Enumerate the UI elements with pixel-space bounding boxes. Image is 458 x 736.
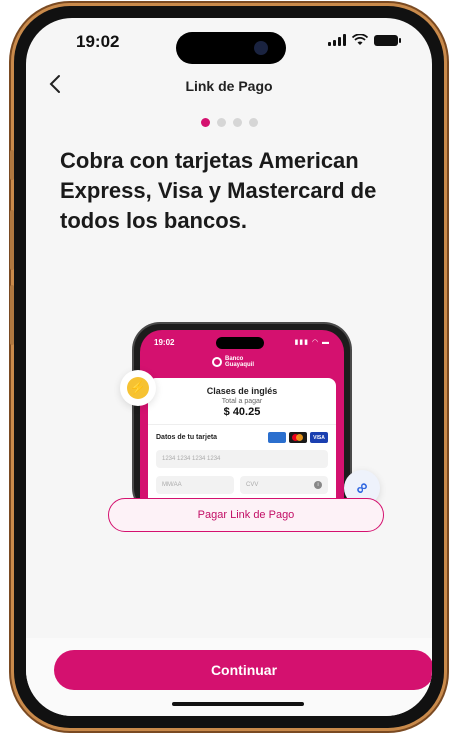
dynamic-island <box>176 32 286 64</box>
mini-status-icons: ▮▮▮ ◠ ▬ <box>294 339 330 346</box>
info-icon: i <box>314 481 322 489</box>
bank-logo-icon <box>212 357 222 367</box>
volume-up-button <box>10 210 14 270</box>
lightning-icon: ⚡ <box>127 377 149 399</box>
card-data-label: Datos de tu tarjeta <box>156 434 218 441</box>
mastercard-icon <box>289 432 307 443</box>
bank-name-line2: Guayaquil <box>225 362 255 368</box>
card-number-field: 1234 1234 1234 1234 <box>156 450 328 468</box>
pager-dot-4[interactable] <box>248 118 258 127</box>
nav-bar: Link de Pago <box>26 72 432 102</box>
pager-dot-1[interactable] <box>200 118 210 127</box>
link-icon: ∞ <box>350 476 373 499</box>
page-title: Link de Pago <box>185 78 273 94</box>
home-indicator[interactable] <box>172 702 304 706</box>
cvv-field: CVV i <box>240 476 328 494</box>
pager-dot-2[interactable] <box>216 118 226 127</box>
bolt-badge: ⚡ <box>120 370 156 406</box>
headline: Cobra con tarjetas American Express, Vis… <box>60 148 377 233</box>
payment-title: Clases de inglés <box>206 386 278 396</box>
payment-card: Clases de inglés Total a pagar $ 40.25 D… <box>148 378 336 514</box>
status-bar: 19:02 <box>26 18 432 66</box>
cvv-placeholder: CVV <box>246 482 259 488</box>
amex-icon <box>268 432 286 443</box>
signal-icon <box>328 34 346 46</box>
continue-button[interactable]: Continuar <box>54 650 432 690</box>
card-brand-logos: VISA <box>268 432 328 443</box>
status-time: 19:02 <box>76 32 120 51</box>
mini-status-time: 19:02 <box>154 338 175 347</box>
total-amount: $ 40.25 <box>223 406 261 418</box>
status-icons <box>328 34 401 46</box>
front-camera <box>254 41 268 55</box>
bank-logo: Banco Guayaquil <box>212 356 254 368</box>
mini-phone-mockup: 19:02 ▮▮▮ ◠ ▬ Banco Guayaquil Clases de … <box>134 324 350 514</box>
expiry-field: MM/AA <box>156 476 234 494</box>
wifi-icon <box>352 34 368 45</box>
pay-link-button: Pagar Link de Pago <box>108 498 384 532</box>
illustration: 19:02 ▮▮▮ ◠ ▬ Banco Guayaquil Clases de … <box>26 318 432 548</box>
mini-phone-screen: 19:02 ▮▮▮ ◠ ▬ Banco Guayaquil Clases de … <box>140 330 344 514</box>
pager-dots <box>26 118 432 127</box>
total-label: Total a pagar <box>221 398 263 405</box>
battery-icon <box>374 34 401 46</box>
pager-dot-3[interactable] <box>232 118 242 127</box>
mute-switch <box>10 150 14 180</box>
phone-screen: 19:02 Link de Pago Cobra con tarjetas Am… <box>26 18 432 716</box>
mini-dynamic-island <box>216 337 264 349</box>
visa-icon: VISA <box>310 432 328 443</box>
volume-down-button <box>10 285 14 345</box>
card-divider <box>148 424 336 425</box>
